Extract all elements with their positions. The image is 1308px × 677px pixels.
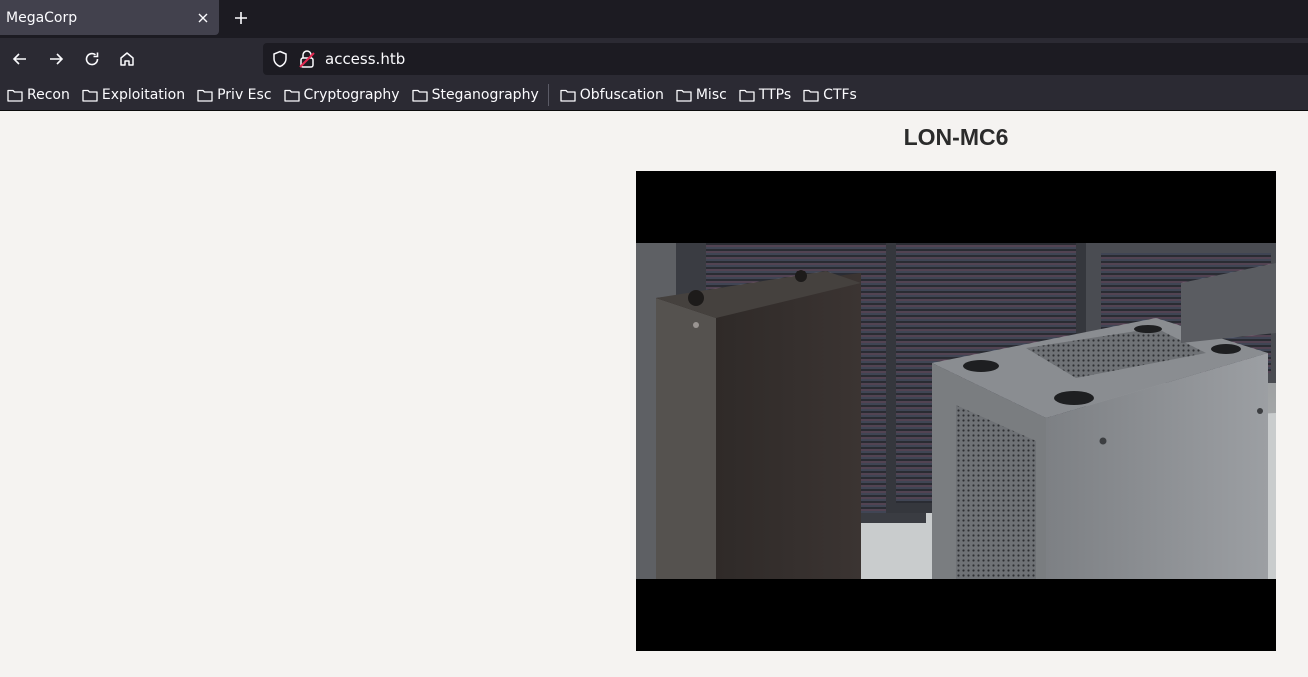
insecure-lock-icon[interactable] xyxy=(298,49,316,69)
address-bar[interactable]: access.htb xyxy=(263,43,1308,75)
browser-tab[interactable]: MegaCorp xyxy=(0,0,219,35)
page-title: LON-MC6 xyxy=(903,124,1009,150)
back-button[interactable] xyxy=(7,46,33,72)
tab-strip: MegaCorp xyxy=(0,0,1308,38)
navigation-toolbar: access.htb xyxy=(0,38,1308,80)
folder-icon xyxy=(411,89,428,102)
bookmark-folder-recon[interactable]: Recon xyxy=(0,83,75,107)
bookmark-separator xyxy=(547,84,549,106)
reload-button[interactable] xyxy=(79,46,105,72)
plus-icon xyxy=(235,12,247,24)
bookmark-label: Exploitation xyxy=(101,87,186,103)
bookmarks-toolbar: Recon Exploitation Priv Esc Cryptography Ste… xyxy=(0,80,1308,111)
folder-icon xyxy=(7,89,23,102)
folder-icon xyxy=(82,89,98,102)
bookmark-label: Obfuscation xyxy=(579,87,664,103)
bookmark-label: Recon xyxy=(27,87,70,103)
tracking-shield-icon[interactable] xyxy=(271,50,289,68)
folder-icon xyxy=(283,89,300,102)
bookmark-label: Misc xyxy=(695,87,727,103)
bookmark-label: CTFs xyxy=(823,87,857,103)
bookmark-label: Priv Esc xyxy=(217,87,272,103)
forward-button[interactable] xyxy=(43,46,69,72)
bookmark-folder-priv-esc[interactable]: Priv Esc xyxy=(190,83,276,107)
folder-icon xyxy=(197,89,213,102)
bookmark-label: TTPs xyxy=(758,87,792,103)
tab-title: MegaCorp xyxy=(6,9,78,26)
folder-icon xyxy=(676,89,692,102)
back-arrow-icon xyxy=(12,53,26,65)
forward-arrow-icon xyxy=(50,53,64,65)
camera-feed xyxy=(636,171,1276,651)
bookmark-folder-ttps[interactable]: TTPs xyxy=(732,83,796,107)
bookmark-folder-misc[interactable]: Misc xyxy=(669,83,732,107)
server-room-camera-image xyxy=(636,243,1276,579)
folder-icon xyxy=(803,89,819,102)
folder-icon xyxy=(739,89,755,102)
url-text[interactable]: access.htb xyxy=(325,50,405,68)
bookmark-folder-obfuscation[interactable]: Obfuscation xyxy=(553,83,669,107)
bookmark-folder-steganography[interactable]: Steganography xyxy=(405,83,544,107)
bookmark-label: Steganography xyxy=(431,87,539,103)
folder-icon xyxy=(560,89,576,102)
reload-icon xyxy=(85,52,99,66)
bookmark-label: Cryptography xyxy=(303,87,400,103)
bookmark-folder-ctfs[interactable]: CTFs xyxy=(796,83,862,107)
home-icon xyxy=(120,52,134,66)
bookmark-folder-exploitation[interactable]: Exploitation xyxy=(75,83,190,107)
home-button[interactable] xyxy=(114,46,140,72)
close-icon[interactable] xyxy=(193,8,213,28)
new-tab-button[interactable] xyxy=(229,6,253,30)
bookmark-folder-cryptography[interactable]: Cryptography xyxy=(277,83,405,107)
